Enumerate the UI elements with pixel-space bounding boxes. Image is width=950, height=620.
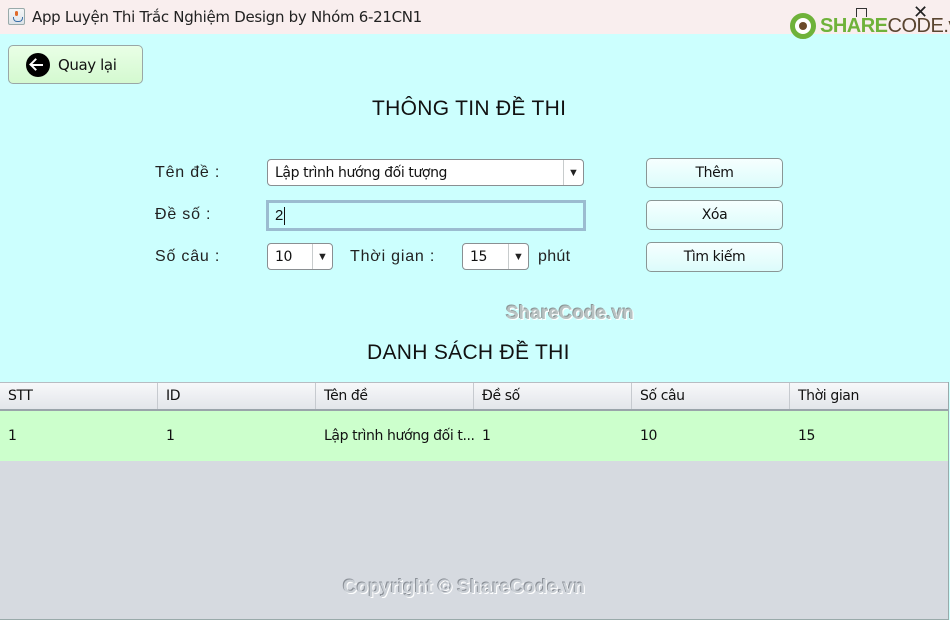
ten-de-label: Tên đề : [155,164,221,181]
ten-de-selected: Lập trình hướng đối tượng [275,164,448,181]
column-header-ten-de[interactable]: Tên đề [316,383,474,409]
cell-id: 1 [166,428,175,444]
brand-text: SHARECODE.vn [820,14,950,37]
thoi-gian-label: Thời gian : [350,248,436,265]
cell-ten-de: Lập trình hướng đối t... [324,428,474,444]
thoi-gian-dropdown[interactable]: 15 ▼ [462,243,529,270]
table-header: STT ID Tên đề Đề số Số câu Thời gian [0,382,948,411]
sharecode-logo-icon [790,13,816,39]
arrow-left-circle-icon [26,52,50,77]
de-so-input[interactable]: 2 [266,200,586,231]
add-button[interactable]: Thêm [646,158,783,188]
text-caret [284,206,286,225]
list-section-title: DANH SÁCH ĐỀ THI [367,341,570,364]
info-section-title: THÔNG TIN ĐỀ THI [372,97,567,120]
table-row[interactable]: 1 1 Lập trình hướng đối t... 1 10 15 [0,411,948,461]
cell-stt: 1 [8,428,17,444]
chevron-down-icon[interactable]: ▼ [312,244,332,269]
cell-de-so: 1 [482,428,491,444]
so-cau-selected: 10 [275,248,293,265]
watermark: ShareCode.vn [506,303,634,324]
chevron-down-icon[interactable]: ▼ [563,160,583,185]
column-header-de-so[interactable]: Đề số [474,383,632,409]
delete-button[interactable]: Xóa [646,200,783,230]
column-header-so-cau[interactable]: Số câu [632,383,790,409]
copyright-watermark: Copyright © ShareCode.vn [343,577,586,598]
so-cau-dropdown[interactable]: 10 ▼ [267,243,333,270]
column-header-thoi-gian[interactable]: Thời gian [790,383,948,409]
minutes-unit-label: phút [538,248,571,265]
column-header-stt[interactable]: STT [0,383,158,409]
thoi-gian-selected: 15 [470,248,488,265]
cell-so-cau: 10 [640,428,658,444]
cell-thoi-gian: 15 [798,428,816,444]
java-icon [8,8,25,25]
so-cau-label: Số câu : [155,248,221,265]
sharecode-logo: SHARECODE.vn [790,12,950,40]
back-button[interactable]: Quay lại [8,45,143,84]
back-button-label: Quay lại [58,55,117,74]
chevron-down-icon[interactable]: ▼ [508,244,528,269]
de-so-value: 2 [275,207,284,224]
de-so-label: Đề số : [155,206,212,223]
column-header-id[interactable]: ID [158,383,316,409]
ten-de-dropdown[interactable]: Lập trình hướng đối tượng ▼ [267,159,584,186]
window-title: App Luyện Thi Trắc Nghiệm Design by Nhóm… [32,8,422,26]
search-button[interactable]: Tìm kiếm [646,242,783,272]
